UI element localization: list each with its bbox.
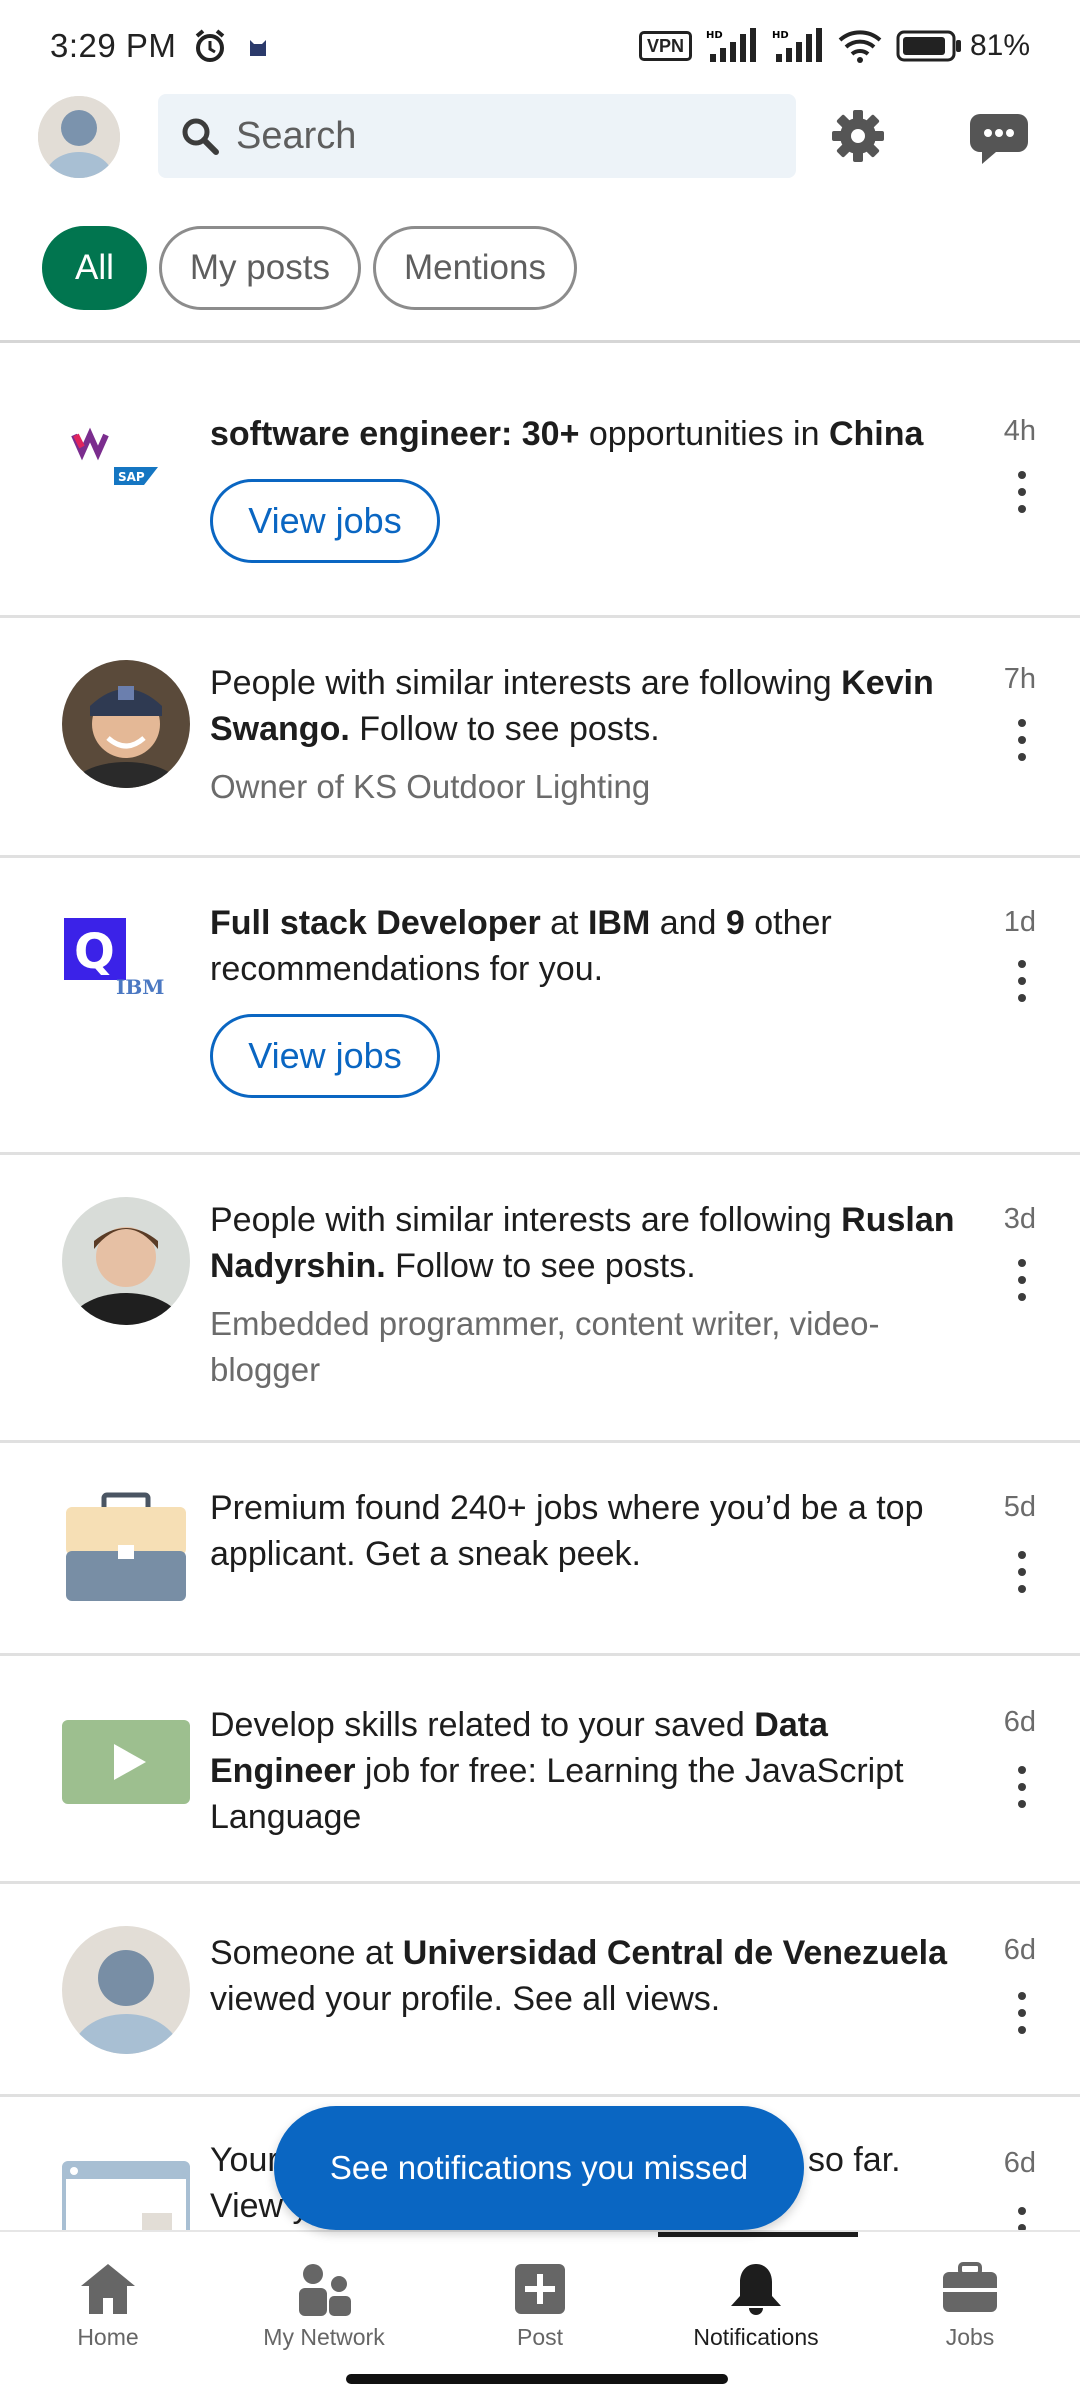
bottom-nav: Home My Network Post Notifications Jobs [0,2230,1080,2400]
wifi-icon [838,30,882,63]
cat-app-icon [250,40,267,56]
vpn-badge: VPN [638,31,692,61]
notification-message: Premium found 240+ jobs where you’d be a… [210,1489,924,1573]
notification-time: 1d [1003,906,1036,938]
ruslan-nadyrshin-avatar[interactable] [62,1197,190,1325]
notification-text-6: Develop skills related to your saved Dat… [210,1702,960,1840]
kevin-swango-avatar[interactable] [62,660,190,788]
my-avatar[interactable] [38,96,120,178]
default-avatar-icon [38,96,120,178]
network-icon [299,2264,351,2316]
more-options-icon[interactable] [1016,1992,1028,2034]
notification-time: 5d [1003,1491,1036,1523]
chip-mentions[interactable]: Mentions [372,226,577,310]
nav-jobs-label: Jobs [945,2324,995,2350]
chip-all[interactable]: All [42,226,147,310]
notification-list: SAP software engineer: 30+ opportunities… [0,343,1080,2297]
notification-text-1: software engineer: 30+ opportunities in … [210,411,960,563]
svg-text:SAP: SAP [118,470,145,484]
nav-my-network[interactable]: My Network [224,2262,424,2351]
notification-message: Someone at Universidad Central de Venezu… [210,1934,947,2018]
company-logo-ibm-icon: Q IBM [64,918,164,999]
more-options-icon[interactable] [1016,1551,1028,1593]
status-bar: 3:29 PM VPN HD HD 81% [0,0,1080,92]
briefcase-icon [66,1492,186,1601]
filter-chips: All My posts Mentions [42,226,577,310]
notification-text-7: Someone at Universidad Central de Venezu… [210,1930,960,2022]
notification-text-3: Full stack Developer at IBM and 9 other … [210,900,960,1098]
briefcase-icon [943,2262,997,2312]
notification-time: 7h [1003,663,1036,695]
notification-item[interactable]: People with similar interests are follow… [0,618,1080,858]
notification-time: 6d [1003,1934,1036,1966]
battery: 81% [896,29,1030,63]
svg-text:IBM: IBM [116,975,164,999]
notification-message: Full stack Developer at IBM and 9 other … [210,904,832,988]
notification-text-tail: so far. [808,2141,901,2179]
home-icon [81,2264,135,2314]
signal-hd-2-icon: HD [772,28,822,62]
more-options-icon[interactable] [1016,1766,1028,1808]
settings-gear-icon[interactable] [828,106,888,166]
nav-notifications-label: Notifications [693,2324,819,2350]
nav-home[interactable]: Home [8,2262,208,2351]
svg-text:Q: Q [74,924,115,980]
post-icon [515,2264,565,2314]
system-home-indicator[interactable] [346,2374,728,2384]
search-bar[interactable]: Search [158,94,796,178]
notification-time: 6d [1003,2147,1036,2179]
status-time: 3:29 PM [50,27,177,64]
notification-text-4: People with similar interests are follow… [210,1197,960,1393]
notification-item[interactable]: Someone at Universidad Central de Venezu… [0,1884,1080,2097]
notification-item[interactable]: Premium found 240+ jobs where you’d be a… [0,1443,1080,1656]
company-logo-sap-icon: SAP [71,427,158,485]
more-options-icon[interactable] [1016,471,1028,513]
notification-message: People with similar interests are follow… [210,1201,955,1285]
nav-post-label: Post [516,2324,564,2350]
notification-subtitle: Owner of KS Outdoor Lighting [210,768,651,805]
view-jobs-button[interactable]: View jobs [210,1014,440,1098]
battery-icon [896,30,961,62]
nav-my-network-label: My Network [263,2324,385,2350]
notification-time: 6d [1003,1706,1036,1738]
person-photo-icon [62,660,190,788]
notification-message: Develop skills related to your saved Dat… [210,1706,904,1836]
chip-my-posts[interactable]: My posts [158,226,361,310]
notification-text-2: People with similar interests are follow… [210,660,960,810]
nav-notifications[interactable]: Notifications [656,2262,856,2351]
nav-jobs[interactable]: Jobs [870,2262,1070,2351]
notification-item[interactable]: Q IBM Full stack Developer at IBM and 9 … [0,858,1080,1155]
notification-time: 4h [1003,415,1036,447]
notification-item[interactable]: Develop skills related to your saved Dat… [0,1656,1080,1884]
nav-post[interactable]: Post [440,2262,640,2351]
video-play-icon [62,1720,190,1804]
person-photo-icon [62,1197,190,1325]
more-options-icon[interactable] [1016,1259,1028,1301]
messaging-icon[interactable] [968,110,1030,166]
search-placeholder: Search [236,114,357,157]
active-tab-indicator [658,2232,858,2237]
notification-message: People with similar interests are follow… [210,664,934,748]
see-missed-notifications-button[interactable]: See notifications you missed [274,2106,804,2230]
notification-item[interactable]: SAP software engineer: 30+ opportunities… [0,343,1080,618]
alarm-icon [196,29,225,62]
top-bar: Search [0,92,1080,224]
notification-subtitle: Embedded programmer, content writer, vid… [210,1305,880,1388]
notification-time: 3d [1003,1203,1036,1235]
svg-text:HD: HD [772,30,789,41]
notification-item[interactable]: People with similar interests are follow… [0,1155,1080,1443]
signal-hd-1-icon: HD [706,28,756,62]
search-icon [182,118,219,155]
nav-home-label: Home [77,2324,139,2350]
anonymous-viewer-avatar[interactable] [62,1926,190,2054]
more-options-icon[interactable] [1016,719,1028,761]
notification-text-5: Premium found 240+ jobs where you’d be a… [210,1485,960,1577]
view-jobs-button[interactable]: View jobs [210,479,440,563]
svg-text:HD: HD [706,30,723,41]
battery-percent: 81% [969,29,1030,62]
default-avatar-icon [62,1926,190,2054]
bell-icon [731,2264,781,2315]
more-options-icon[interactable] [1016,960,1028,1002]
notification-message: software engineer: 30+ opportunities in … [210,415,924,453]
